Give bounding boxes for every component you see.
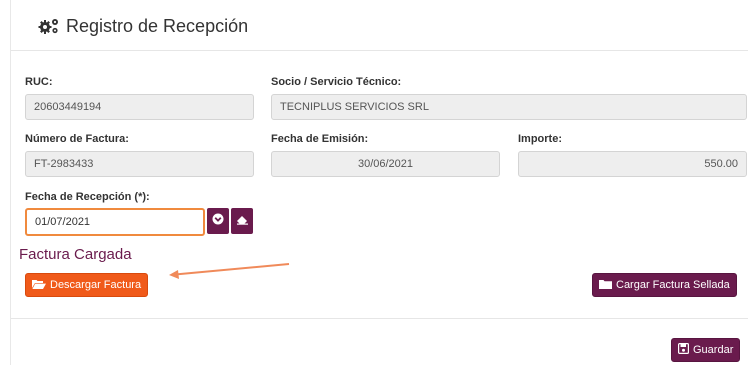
- page-title: Registro de Recepción: [38, 14, 248, 38]
- invoice-number-field[interactable]: FT-2983433: [25, 151, 254, 177]
- card-header: Registro de Recepción: [11, 0, 748, 51]
- clear-date-button[interactable]: [231, 208, 253, 234]
- eraser-icon: [236, 212, 249, 230]
- upload-stamped-invoice-button[interactable]: Cargar Factura Sellada: [592, 273, 737, 297]
- invoice-number-label: Número de Factura:: [25, 133, 129, 145]
- reception-date-label: Fecha de Recepción (*):: [25, 191, 150, 203]
- download-invoice-label: Descargar Factura: [50, 279, 142, 291]
- page-title-text: Registro de Recepción: [66, 15, 249, 36]
- footer-divider: [11, 318, 748, 319]
- chevron-down-circle-icon: [212, 212, 224, 230]
- issue-date-label: Fecha de Emisión:: [271, 133, 369, 145]
- upload-stamped-invoice-label: Cargar Factura Sellada: [616, 279, 730, 291]
- ruc-label: RUC:: [25, 76, 53, 88]
- calendar-dropdown-button[interactable]: [207, 208, 229, 234]
- issue-date-field[interactable]: 30/06/2021: [271, 151, 500, 177]
- socio-label: Socio / Servicio Técnico:: [271, 76, 402, 88]
- uploaded-invoice-title: Factura Cargada: [19, 246, 132, 263]
- reception-page: Registro de Recepción RUC: 20603449194 S…: [0, 0, 748, 365]
- amount-field[interactable]: 550.00: [518, 151, 747, 177]
- socio-field[interactable]: TECNIPLUS SERVICIOS SRL: [271, 94, 747, 120]
- download-invoice-button[interactable]: Descargar Factura: [25, 273, 149, 297]
- save-button[interactable]: Guardar: [671, 338, 741, 362]
- folder-open-icon: [32, 279, 46, 292]
- panel-left-border: [10, 0, 11, 365]
- amount-label: Importe:: [518, 133, 562, 145]
- save-label: Guardar: [693, 344, 734, 356]
- gears-icon: [38, 17, 60, 35]
- folder-icon: [599, 279, 612, 292]
- reception-date-input[interactable]: 01/07/2021: [25, 208, 205, 236]
- annotation-arrow: [169, 263, 290, 279]
- floppy-disk-icon: [678, 343, 690, 357]
- ruc-field[interactable]: 20603449194: [25, 94, 254, 120]
